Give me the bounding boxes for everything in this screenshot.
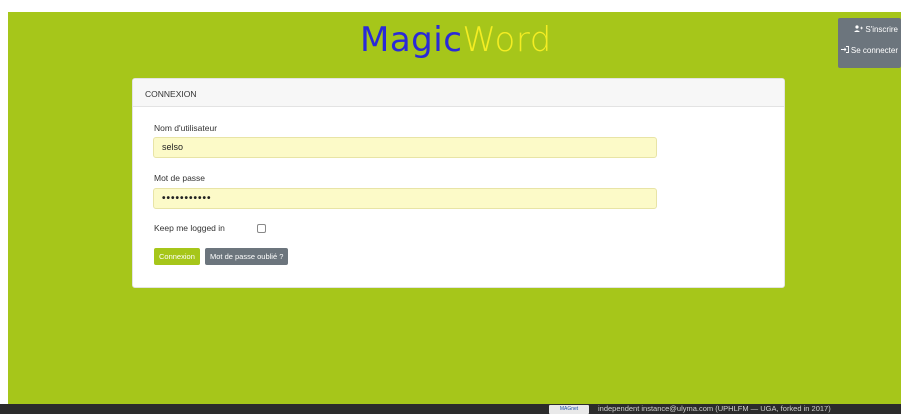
login-button[interactable]: Connexion — [154, 248, 200, 265]
register-label: S'inscrire — [865, 25, 898, 34]
footer: MAGnet independent instance@ulyma.com (U… — [0, 404, 901, 414]
login-label: Se connecter — [850, 46, 898, 55]
page-background: MagicWord S'inscrire Se connecter CONNEX… — [8, 12, 901, 404]
password-input[interactable]: ••••••••••• — [153, 188, 657, 209]
forgot-password-button[interactable]: Mot de passe oublié ? — [205, 248, 289, 265]
site-logo[interactable]: MagicWord — [360, 20, 552, 60]
username-input[interactable]: selso — [153, 137, 657, 158]
logo-word-text: Word — [462, 20, 552, 60]
sign-in-icon — [840, 46, 849, 55]
remember-label: Keep me logged in — [154, 223, 225, 233]
footer-text: independent instance@ulyma.com (UPHLFM —… — [598, 404, 831, 413]
username-label: Nom d'utilisateur — [154, 123, 218, 133]
user-plus-icon — [854, 25, 864, 34]
card-title: CONNEXION — [145, 89, 197, 99]
footer-badge[interactable]: MAGnet — [549, 405, 589, 414]
password-label: Mot de passe — [154, 173, 206, 183]
login-link[interactable]: Se connecter — [840, 46, 898, 55]
remember-checkbox[interactable] — [257, 224, 266, 233]
login-card: CONNEXION Nom d'utilisateur selso Mot de… — [132, 78, 785, 288]
user-menu: S'inscrire Se connecter — [838, 18, 901, 68]
logo-magic-text: Magic — [360, 20, 463, 60]
register-link[interactable]: S'inscrire — [854, 25, 898, 34]
card-header — [133, 79, 784, 107]
